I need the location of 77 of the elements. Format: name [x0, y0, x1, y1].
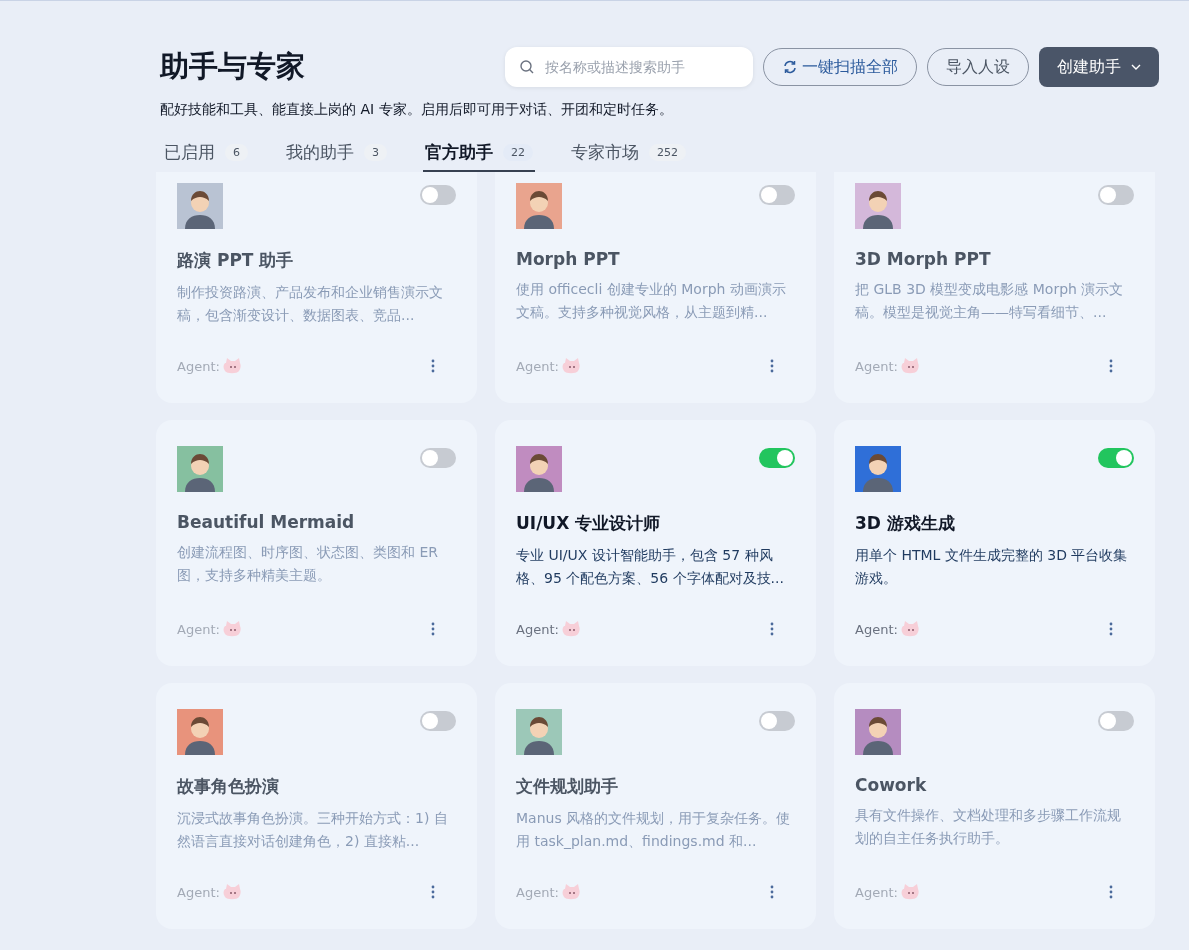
refresh-icon	[782, 59, 798, 75]
more-icon[interactable]	[1109, 885, 1113, 899]
count-badge: 252	[649, 144, 686, 161]
card-description: Manus 风格的文件规划，用于复杂任务。使用 task_plan.md、findings.md 和...	[516, 809, 792, 851]
toggle-switch[interactable]	[420, 185, 456, 205]
agent-label: Agent:	[177, 358, 220, 374]
assistant-card[interactable]: 3D 游戏生成 用单个 HTML 文件生成完整的 3D 平台收集游戏。 Agent:	[834, 420, 1155, 666]
card-description: 沉浸式故事角色扮演。三种开始方式：1) 自然语言直接对话创建角色，2) 直接粘...	[177, 809, 449, 851]
count-badge: 3	[364, 144, 387, 161]
more-icon[interactable]	[770, 622, 774, 636]
cat-icon	[900, 620, 921, 638]
card-description: 把 GLB 3D 模型变成电影感 Morph 演示文稿。模型是视觉主角——特写看细节、...	[855, 280, 1125, 322]
cat-icon	[561, 883, 582, 901]
card-description: 专业 UI/UX 设计智能助手，包含 57 种风格、95 个配色方案、56 个字体配对及技...	[516, 546, 785, 588]
agent-label: Agent:	[855, 358, 898, 374]
cat-icon	[222, 883, 243, 901]
toggle-switch[interactable]	[759, 185, 795, 205]
card-title: 故事角色扮演	[177, 775, 280, 798]
cat-icon	[561, 620, 582, 638]
assistant-card[interactable]: Morph PPT 使用 officecli 创建专业的 Morph 动画演示文稿。支持多种视觉风格，从主题到精... Agent:	[495, 172, 816, 403]
card-description: 使用 officecli 创建专业的 Morph 动画演示文稿。支持多种视觉风格，从主题到精...	[516, 280, 787, 322]
tab[interactable]: 已启用 6	[162, 137, 250, 172]
card-description: 用单个 HTML 文件生成完整的 3D 平台收集游戏。	[855, 546, 1129, 588]
card-title: Beautiful Mermaid	[177, 512, 356, 532]
more-icon[interactable]	[1109, 622, 1113, 636]
create-button[interactable]: 创建助手	[1039, 47, 1159, 87]
toggle-switch[interactable]	[420, 448, 456, 468]
search-icon	[519, 59, 535, 75]
toggle-switch[interactable]	[759, 448, 795, 468]
agent-label: Agent:	[177, 621, 220, 637]
assistant-card[interactable]: 3D Morph PPT 把 GLB 3D 模型变成电影感 Morph 演示文稿。模型是视觉主角——特写看细节、... Agent:	[834, 172, 1155, 403]
toggle-switch[interactable]	[1098, 185, 1134, 205]
more-icon[interactable]	[1109, 359, 1113, 373]
search-field[interactable]: 按名称或描述搜索助手	[505, 47, 753, 87]
assistant-card[interactable]: 路演 PPT 助手 制作投资路演、产品发布和企业销售演示文稿，包含渐变设计、数据图表、竞品... Agent:	[156, 172, 477, 403]
assistant-card[interactable]: 故事角色扮演 沉浸式故事角色扮演。三种开始方式：1) 自然语言直接对话创建角色，2) 直接粘... Agent:	[156, 683, 477, 929]
count-badge: 22	[503, 144, 533, 161]
more-icon[interactable]	[770, 885, 774, 899]
toggle-switch[interactable]	[1098, 448, 1134, 468]
card-description: 具有文件操作、文档处理和多步骤工作流规划的自主任务执行助手。	[855, 806, 1122, 848]
assistant-card[interactable]: 文件规划助手 Manus 风格的文件规划，用于复杂任务。使用 task_plan.md、findings.md 和... Agent:	[495, 683, 816, 929]
page-title: 助手与专家	[159, 48, 305, 85]
more-icon[interactable]	[770, 359, 774, 373]
agent-label: Agent:	[516, 621, 559, 637]
toggle-switch[interactable]	[1098, 711, 1134, 731]
card-title: 3D Morph PPT	[855, 249, 992, 269]
assistant-card[interactable]: Beautiful Mermaid 创建流程图、时序图、状态图、类图和 ER 图，支持多种精美主题。 Agent:	[156, 420, 477, 666]
card-title: Cowork	[855, 775, 928, 795]
caret-icon	[1131, 64, 1141, 70]
card-title: 3D 游戏生成	[855, 512, 956, 535]
toggle-switch[interactable]	[420, 711, 456, 731]
agent-label: Agent:	[855, 884, 898, 900]
more-icon[interactable]	[431, 622, 435, 636]
card-title: Morph PPT	[516, 249, 621, 269]
more-icon[interactable]	[431, 885, 435, 899]
card-title: 路演 PPT 助手	[177, 249, 295, 272]
more-icon[interactable]	[431, 359, 435, 373]
cat-icon	[222, 357, 243, 375]
tab[interactable]: 专家市场 252	[569, 137, 688, 172]
toggle-switch[interactable]	[759, 711, 795, 731]
card-description: 制作投资路演、产品发布和企业销售演示文稿，包含渐变设计、数据图表、竞品...	[177, 283, 444, 325]
cat-icon	[900, 357, 921, 375]
card-title: UI/UX 专业设计师	[516, 512, 662, 535]
cat-icon	[561, 357, 582, 375]
agent-label: Agent:	[516, 358, 559, 374]
agent-label: Agent:	[855, 621, 898, 637]
cat-icon	[222, 620, 243, 638]
tab[interactable]: 我的助手 3	[284, 137, 389, 172]
agent-label: Agent:	[177, 884, 220, 900]
agent-label: Agent:	[516, 884, 559, 900]
cat-icon	[900, 883, 921, 901]
page-subtitle: 配好技能和工具、能直接上岗的 AI 专家。启用后即可用于对话、开团和定时任务。	[159, 101, 674, 119]
count-badge: 6	[225, 144, 248, 161]
assistant-card[interactable]: Cowork 具有文件操作、文档处理和多步骤工作流规划的自主任务执行助手。 Agent:	[834, 683, 1155, 929]
card-title: 文件规划助手	[516, 775, 619, 798]
card-description: 创建流程图、时序图、状态图、类图和 ER 图，支持多种精美主题。	[177, 543, 440, 585]
assistant-card[interactable]: UI/UX 专业设计师 专业 UI/UX 设计智能助手，包含 57 种风格、95 个配色方案、56 个字体配对及技... Agent:	[495, 420, 816, 666]
